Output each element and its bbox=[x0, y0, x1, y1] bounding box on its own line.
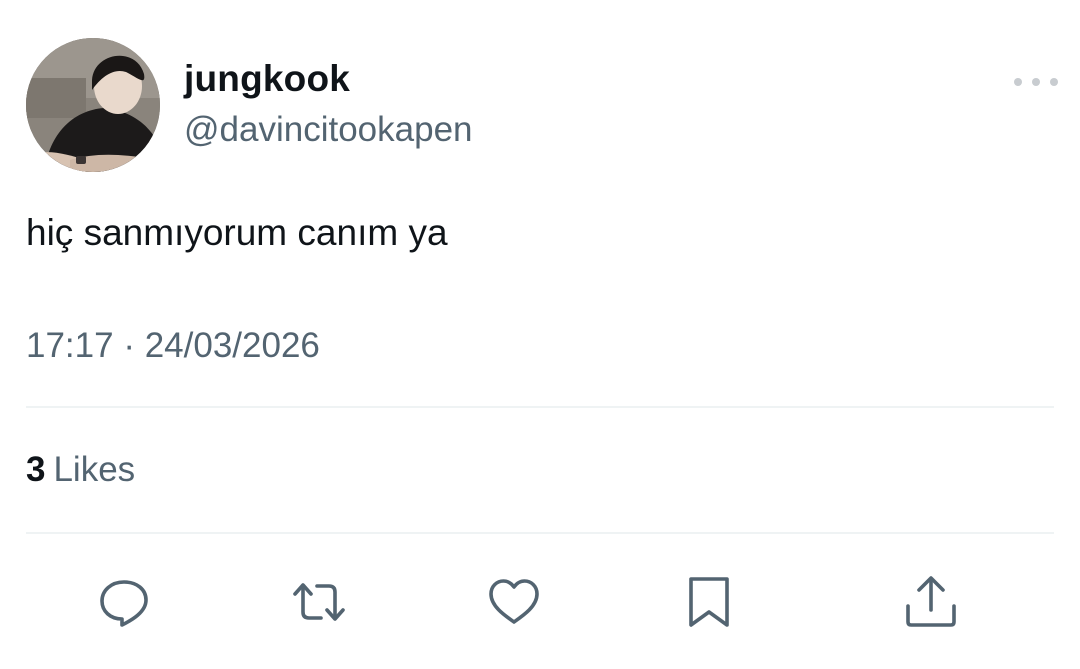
reply-icon bbox=[100, 580, 148, 627]
likes-stat[interactable]: 3 Likes bbox=[26, 450, 135, 490]
meta-separator: · bbox=[123, 326, 135, 365]
display-name[interactable]: jungkook bbox=[184, 58, 350, 100]
retweet-button[interactable] bbox=[291, 574, 347, 630]
bookmark-button[interactable] bbox=[681, 574, 737, 630]
share-button[interactable] bbox=[903, 574, 959, 630]
like-icon bbox=[489, 579, 539, 624]
tweet-time[interactable]: 17:17 bbox=[26, 326, 114, 365]
likes-label: Likes bbox=[53, 450, 136, 489]
tweet-text: hiç sanmıyorum canım ya bbox=[26, 212, 448, 253]
bookmark-icon bbox=[689, 577, 729, 627]
retweet-icon bbox=[293, 583, 345, 621]
divider bbox=[26, 532, 1054, 534]
share-icon bbox=[906, 576, 956, 627]
user-handle[interactable]: @davincitookapen bbox=[184, 110, 473, 150]
likes-count: 3 bbox=[26, 450, 46, 489]
tweet-date[interactable]: 24/03/2026 bbox=[145, 326, 320, 365]
divider bbox=[26, 406, 1054, 408]
avatar-photo bbox=[26, 38, 160, 172]
like-button[interactable] bbox=[486, 574, 542, 630]
tweet-card: jungkook @davincitookapen hiç sanmıyorum… bbox=[0, 0, 1080, 669]
tweet-timestamp[interactable]: 17:17 · 24/03/2026 bbox=[26, 326, 320, 366]
more-options-icon[interactable] bbox=[1014, 70, 1058, 94]
avatar[interactable] bbox=[26, 38, 160, 172]
reply-button[interactable] bbox=[96, 574, 152, 630]
